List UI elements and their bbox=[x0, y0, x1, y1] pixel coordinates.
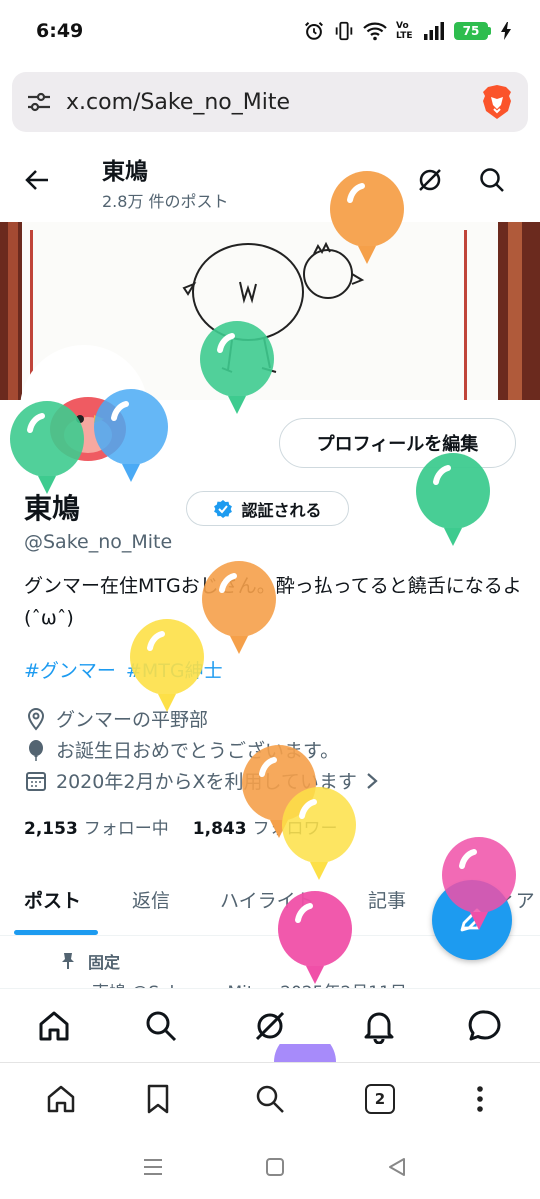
balloon-orange bbox=[202, 561, 276, 654]
calendar-icon bbox=[26, 771, 46, 791]
chevron-right-icon bbox=[367, 772, 378, 789]
signal-icon bbox=[424, 22, 444, 40]
following-count: 2,153 bbox=[24, 819, 78, 839]
balloon-green bbox=[416, 453, 490, 546]
android-back-icon[interactable] bbox=[386, 1156, 408, 1178]
notifications-bell-icon[interactable] bbox=[361, 1008, 397, 1044]
browser-home-icon[interactable] bbox=[45, 1083, 77, 1115]
tab-replies[interactable]: 返信 bbox=[132, 886, 170, 913]
address-bar[interactable]: x.com/Sake_no_Mite bbox=[12, 72, 528, 132]
bookmark-icon[interactable] bbox=[144, 1083, 172, 1115]
home-icon[interactable] bbox=[36, 1008, 72, 1044]
battery-indicator: 75 bbox=[454, 22, 491, 40]
verified-badge-icon bbox=[214, 499, 233, 518]
alarm-icon bbox=[305, 22, 323, 40]
android-navigation-bar bbox=[0, 1138, 540, 1199]
brave-logo-icon[interactable] bbox=[480, 83, 514, 121]
charging-icon bbox=[501, 22, 511, 40]
balloon-purple bbox=[274, 1044, 336, 1062]
balloon-pink bbox=[442, 837, 516, 930]
hashtag-link[interactable]: #グンマー bbox=[24, 656, 116, 683]
balloon-pink bbox=[278, 891, 352, 984]
profile-post-count: 2.8万 件のポスト bbox=[102, 192, 229, 211]
profile-header: 東鳩 2.8万 件のポスト bbox=[0, 140, 540, 222]
following-link[interactable]: 2,153 フォロー中 bbox=[24, 814, 169, 839]
balloon-yellow bbox=[130, 619, 204, 712]
profile-header-title: 東鳩 bbox=[102, 159, 148, 185]
balloon-orange bbox=[330, 171, 404, 264]
grok-icon[interactable] bbox=[416, 166, 444, 194]
explore-search-icon[interactable] bbox=[143, 1008, 179, 1044]
active-tab-indicator bbox=[14, 930, 98, 935]
status-bar: 6:49 Vo LTE 75 bbox=[0, 0, 540, 62]
more-menu-icon[interactable] bbox=[468, 1083, 492, 1115]
pin-icon bbox=[62, 953, 74, 969]
followers-count: 1,843 bbox=[192, 819, 247, 839]
pinned-label: 固定 bbox=[60, 949, 120, 973]
recents-menu-icon[interactable] bbox=[142, 1156, 164, 1178]
balloon-green bbox=[10, 401, 84, 494]
battery-level: 75 bbox=[454, 22, 488, 40]
profile-handle: @Sake_no_Mite bbox=[24, 531, 173, 553]
tab-posts[interactable]: ポスト bbox=[24, 886, 81, 913]
lte-label: Vo LTE bbox=[396, 21, 413, 41]
pinned-text: 固定 bbox=[88, 953, 121, 972]
balloon-green bbox=[200, 321, 274, 414]
android-home-icon[interactable] bbox=[264, 1156, 286, 1178]
search-icon[interactable] bbox=[478, 166, 506, 194]
site-settings-icon[interactable] bbox=[26, 91, 52, 113]
url-text[interactable]: x.com/Sake_no_Mite bbox=[66, 90, 480, 115]
messages-icon[interactable] bbox=[467, 1008, 503, 1044]
tab-switcher-button[interactable]: 2 bbox=[365, 1084, 395, 1114]
balloon-blue bbox=[94, 389, 168, 482]
vibrate-icon bbox=[335, 21, 353, 41]
tab-articles[interactable]: 記事 bbox=[368, 886, 406, 913]
wifi-icon bbox=[363, 22, 387, 41]
get-verified-label: 認証される bbox=[241, 500, 322, 520]
status-time: 6:49 bbox=[36, 20, 84, 42]
location-pin-icon bbox=[27, 707, 45, 731]
balloon-yellow bbox=[282, 787, 356, 880]
get-verified-button[interactable]: 認証される bbox=[186, 491, 349, 526]
balloon-icon bbox=[29, 739, 43, 761]
status-icons: Vo LTE 75 bbox=[303, 20, 512, 42]
browser-toolbar: 2 bbox=[0, 1062, 540, 1138]
grok-nav-icon[interactable] bbox=[252, 1008, 288, 1044]
browser-search-icon[interactable] bbox=[254, 1083, 286, 1115]
back-arrow-icon[interactable] bbox=[24, 168, 50, 192]
following-label: フォロー中 bbox=[83, 819, 169, 839]
